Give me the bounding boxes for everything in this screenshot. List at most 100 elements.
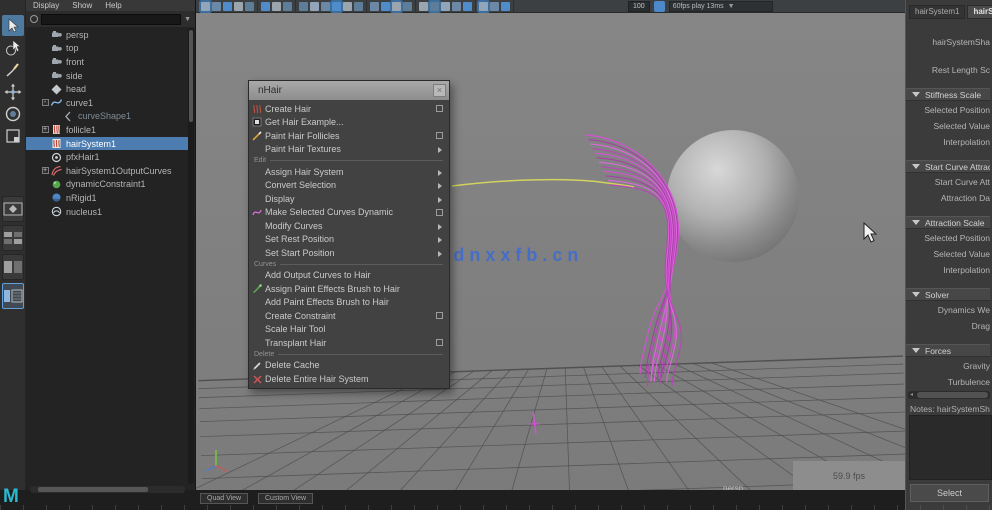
status-tool-icon[interactable]: [212, 2, 221, 11]
option-box-icon[interactable]: [436, 132, 443, 139]
status-tool-icon[interactable]: [370, 2, 379, 11]
menu-item-modify-curves[interactable]: Modify Curves: [249, 219, 449, 233]
paint-select-tool-icon[interactable]: [2, 59, 24, 80]
menu-item-delete-entire-hair-system[interactable]: Delete Entire Hair System: [249, 372, 449, 386]
select-tool-icon[interactable]: [2, 15, 24, 36]
outliner-item-pfxHair1[interactable]: pfxHair1: [26, 150, 188, 164]
single-pane-layout-button[interactable]: [2, 196, 24, 222]
status-tool-icon[interactable]: [223, 2, 232, 11]
scroll-thumb[interactable]: [917, 392, 988, 398]
expander-icon[interactable]: +: [42, 126, 49, 133]
status-tool-icon[interactable]: [234, 2, 243, 11]
status-tool-icon[interactable]: [201, 2, 210, 11]
status-tool-icon[interactable]: [299, 2, 308, 11]
outliner-item-nucleus1[interactable]: nucleus1: [26, 205, 188, 219]
ae-hscrollbar[interactable]: ◂: [908, 391, 990, 399]
fps-dropdown[interactable]: 60fps play 13ms ▼: [669, 1, 773, 12]
menu-item-set-start-position[interactable]: Set Start Position: [249, 246, 449, 260]
status-tool-icon[interactable]: [403, 2, 412, 11]
status-tool-icon[interactable]: [479, 2, 488, 11]
menu-item-set-rest-position[interactable]: Set Rest Position: [249, 233, 449, 247]
outliner-item-curveShape1[interactable]: curveShape1: [26, 110, 188, 124]
status-tool-icon[interactable]: [441, 2, 450, 11]
menu-item-assign-hair-system[interactable]: Assign Hair System: [249, 165, 449, 179]
outliner-item-follicle1[interactable]: +follicle1: [26, 123, 188, 137]
menu-item-get-hair-example[interactable]: Get Hair Example...: [249, 116, 449, 130]
outliner-item-front[interactable]: front: [26, 55, 188, 69]
status-tool-icon[interactable]: [392, 2, 401, 11]
outliner-menu-display[interactable]: Display: [33, 1, 59, 10]
status-tool-icon[interactable]: [452, 2, 461, 11]
ae-tab-hairSystem1[interactable]: hairSystem1: [909, 5, 965, 19]
menu-item-convert-selection[interactable]: Convert Selection: [249, 179, 449, 193]
status-tool-icon[interactable]: [419, 2, 428, 11]
perspective-viewport[interactable]: 59.9 fps persp 技艺CG www.qdnxxfb.cn nHair…: [196, 13, 905, 490]
status-tool-icon[interactable]: [310, 2, 319, 11]
status-tool-icon[interactable]: [463, 2, 472, 11]
status-tool-icon[interactable]: [245, 2, 254, 11]
outliner-hscrollbar[interactable]: [30, 486, 185, 493]
status-tool-icon[interactable]: [332, 2, 341, 11]
status-tool-icon[interactable]: [343, 2, 352, 11]
lasso-tool-icon[interactable]: [2, 37, 24, 58]
nhair-menu-titlebar[interactable]: nHair ×: [249, 81, 449, 100]
menu-item-delete-cache[interactable]: Delete Cache: [249, 359, 449, 373]
ae-section-forces[interactable]: Forces: [906, 344, 990, 357]
menu-item-paint-hair-textures[interactable]: Paint Hair Textures: [249, 143, 449, 157]
ae-section-attraction-scale[interactable]: Attraction Scale: [906, 216, 990, 229]
outliner-search-input[interactable]: [41, 14, 181, 25]
menu-item-assign-paint-effects-brush-to-hair[interactable]: Assign Paint Effects Brush to Hair: [249, 282, 449, 296]
ae-section-stiffness-scale[interactable]: Stiffness Scale: [906, 88, 990, 101]
filter-icon[interactable]: [30, 15, 38, 23]
option-box-icon[interactable]: [436, 312, 443, 319]
outliner-menu-show[interactable]: Show: [72, 1, 92, 10]
menu-item-paint-hair-follicles[interactable]: Paint Hair Follicles: [249, 129, 449, 143]
scroll-thumb[interactable]: [189, 30, 193, 122]
chevron-down-icon[interactable]: ▼: [184, 16, 191, 23]
notes-field[interactable]: [909, 415, 992, 480]
outliner-vscrollbar[interactable]: [188, 28, 194, 484]
two-pane-layout-button[interactable]: [2, 254, 24, 280]
outliner-item-hairSystem1[interactable]: hairSystem1: [26, 137, 188, 151]
status-tool-icon[interactable]: [321, 2, 330, 11]
outliner-item-curve1[interactable]: -curve1: [26, 96, 188, 110]
menu-item-make-selected-curves-dynamic[interactable]: Make Selected Curves Dynamic: [249, 206, 449, 220]
outliner-item-head[interactable]: head: [26, 82, 188, 96]
expander-icon[interactable]: -: [42, 99, 49, 106]
status-tool-icon[interactable]: [490, 2, 499, 11]
menu-item-add-paint-effects-brush-to-hair[interactable]: Add Paint Effects Brush to Hair: [249, 296, 449, 310]
option-box-icon[interactable]: [436, 339, 443, 346]
status-tool-icon[interactable]: [430, 2, 439, 11]
status-tool-icon[interactable]: [272, 2, 281, 11]
status-tool-icon[interactable]: [261, 2, 270, 11]
expander-icon[interactable]: +: [42, 167, 49, 174]
menu-item-create-hair[interactable]: Create Hair: [249, 102, 449, 116]
bottom-button-quad-view[interactable]: Quad View: [200, 493, 248, 504]
menu-item-add-output-curves-to-hair[interactable]: Add Output Curves to Hair: [249, 269, 449, 283]
rotate-tool-icon[interactable]: [2, 103, 24, 124]
outliner-menu-help[interactable]: Help: [105, 1, 121, 10]
outliner-item-persp[interactable]: persp: [26, 28, 188, 42]
bottom-button-custom-view[interactable]: Custom View: [258, 493, 313, 504]
value-field[interactable]: 100: [628, 1, 650, 12]
menu-item-transplant-hair[interactable]: Transplant Hair: [249, 336, 449, 350]
scale-tool-icon[interactable]: [2, 125, 24, 146]
outliner-persp-layout-button[interactable]: [2, 283, 24, 309]
ae-section-start-curve-attract[interactable]: Start Curve Attract: [906, 160, 990, 173]
snap-icon[interactable]: [654, 1, 665, 12]
scroll-thumb[interactable]: [38, 487, 148, 492]
status-tool-icon[interactable]: [283, 2, 292, 11]
outliner-item-nRigid1[interactable]: nRigid1: [26, 191, 188, 205]
close-icon[interactable]: ×: [433, 84, 446, 97]
ae-tab-hairSystemSha[interactable]: hairSystemSha: [967, 5, 992, 19]
menu-item-display[interactable]: Display: [249, 192, 449, 206]
time-slider-ticks[interactable]: [0, 505, 992, 510]
outliner-item-top[interactable]: top: [26, 42, 188, 56]
status-tool-icon[interactable]: [354, 2, 363, 11]
outliner-item-dynamicConstraint1[interactable]: dynamicConstraint1: [26, 178, 188, 192]
menu-item-scale-hair-tool[interactable]: Scale Hair Tool: [249, 323, 449, 337]
sphere-object[interactable]: [667, 130, 799, 262]
outliner-item-hairSystem1OutputCurves[interactable]: +hairSystem1OutputCurves: [26, 164, 188, 178]
four-pane-layout-button[interactable]: [2, 225, 24, 251]
select-button[interactable]: Select: [910, 484, 989, 502]
